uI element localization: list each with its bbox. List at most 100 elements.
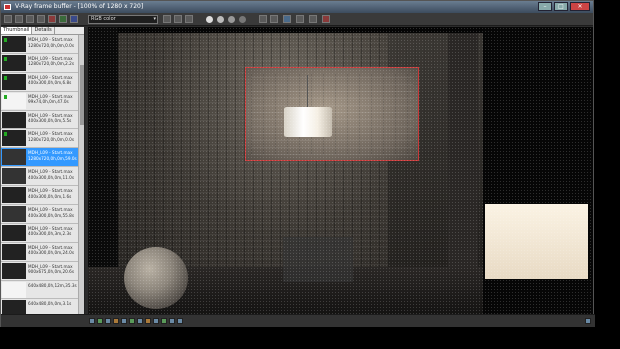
history-scroll-thumb[interactable]: [80, 65, 84, 125]
history-thumbnail: [2, 73, 26, 90]
history-thumbnail: [2, 281, 26, 298]
info-icon[interactable]: [169, 318, 175, 324]
history-thumbnail: [2, 111, 26, 128]
corner-icon[interactable]: [585, 318, 591, 324]
details-column-header[interactable]: Details: [32, 27, 55, 34]
flag-icon: [4, 56, 7, 61]
history-thumbnail: [2, 224, 26, 241]
white-circle-icon[interactable]: [206, 16, 213, 23]
history-thumbnail: [2, 36, 26, 52]
render-viewport[interactable]: [88, 27, 593, 314]
history-details: 640x480,0h,12m,35.3s: [28, 283, 78, 289]
shade-circle-icon[interactable]: [239, 16, 246, 23]
region-render-icon[interactable]: [283, 15, 291, 23]
history-item[interactable]: MDH_L09 - Start.max 400x300,0h,0m,6.8s: [1, 72, 79, 92]
duplicate-icon[interactable]: [37, 15, 45, 23]
title-bar[interactable]: V-Ray frame buffer - [100% of 1280 x 720…: [1, 1, 593, 13]
history-item[interactable]: MDH_L09 - Start.max 1280x720,0h,0m,59.0s: [1, 148, 79, 168]
render-region-frame[interactable]: [245, 67, 419, 161]
history-icon[interactable]: [259, 15, 267, 23]
window-light: [485, 204, 588, 279]
track-mouse-icon[interactable]: [296, 15, 304, 23]
top-toolbar: RGB color ▾: [1, 13, 593, 26]
load-icon[interactable]: [15, 15, 23, 23]
history-item[interactable]: MDH_L09 - Start.max 400x300,0h,0m,55.8s: [1, 205, 79, 224]
history-item[interactable]: 640x480,0h,12m,35.3s: [1, 280, 79, 300]
color-correction-icon[interactable]: [185, 15, 193, 23]
channel-select[interactable]: RGB color ▾: [88, 15, 158, 24]
history-thumbnail: [2, 187, 26, 204]
history-item[interactable]: MDH_L09 - Start.max 1280x720,0h,0m,0.0s: [1, 35, 79, 54]
red-channel-icon[interactable]: [48, 15, 56, 23]
history-item[interactable]: MDH_L09 - Start.max 400x300,0h,0m,1.6s: [1, 186, 79, 206]
history-thumbnail: [2, 262, 26, 279]
levels-icon[interactable]: [113, 318, 119, 324]
history-item-detail: 400x300,0h,0m,55.8s: [28, 212, 75, 218]
save-icon[interactable]: [4, 15, 12, 23]
history-thumbnail: [2, 168, 26, 185]
alpha-channel-icon[interactable]: [163, 15, 171, 23]
history-item[interactable]: MDH_L09 - Start.max 1280x720,0h,0m,0.0s: [1, 129, 79, 149]
history-item-detail: 1280x720,0h,0m,0.0s: [28, 136, 75, 142]
curve-icon[interactable]: [121, 318, 127, 324]
history-details: MDH_L09 - Start.max 400x300,0h,0m,55.8s: [28, 207, 78, 218]
lens-effects-icon[interactable]: [161, 318, 167, 324]
history-scrollbar[interactable]: [78, 35, 84, 320]
history-item[interactable]: MDH_L09 - Start.max 400x300,0h,3m,2.3s: [1, 223, 79, 243]
table: [283, 237, 353, 282]
pixel-info-icon[interactable]: [177, 318, 183, 324]
icc-icon[interactable]: [145, 318, 151, 324]
maximize-button[interactable]: □: [554, 2, 568, 11]
exposure-icon[interactable]: [105, 318, 111, 324]
ocio-icon[interactable]: [137, 318, 143, 324]
lut-icon[interactable]: [97, 318, 103, 324]
history-item-name: MDH_L09 - Start.max: [28, 207, 73, 213]
clear-icon[interactable]: [26, 15, 34, 23]
thumbnail-column-header[interactable]: Thumbnail: [1, 27, 33, 34]
green-channel-icon[interactable]: [59, 15, 67, 23]
history-details: MDH_L09 - Start.max 400x300,0h,0m,11.0s: [28, 169, 78, 180]
history-item-name: MDH_L09 - Start.max: [28, 169, 73, 175]
compare-icon[interactable]: [270, 15, 278, 23]
history-details: MDH_L09 - Start.max 900x675,0h,0m,20.6s: [28, 264, 78, 275]
history-item-detail: 1280x720,0h,0m,0.0s: [28, 42, 75, 48]
render-icon[interactable]: [309, 15, 317, 23]
region-texture: [251, 73, 413, 155]
history-details: MDH_L09 - Start.max 400x300,0h,0m,24.0s: [28, 245, 78, 256]
history-thumbnail: [2, 92, 26, 109]
flag-icon: [4, 75, 7, 80]
flag-icon: [4, 38, 7, 42]
material-sphere: [124, 247, 188, 309]
minimize-button[interactable]: –: [538, 2, 552, 11]
blue-channel-icon[interactable]: [70, 15, 78, 23]
bottom-toolbar: [1, 314, 595, 327]
history-item-detail: 1280x720,0h,0m,2.2s: [28, 61, 75, 67]
history-item[interactable]: MDH_L09 - Start.max 99x74,0h,0m,47.0s: [1, 91, 79, 111]
history-item[interactable]: MDH_L09 - Start.max 900x675,0h,0m,20.6s: [1, 261, 79, 281]
close-button[interactable]: ✕: [570, 2, 590, 11]
channel-select-value: RGB color: [91, 16, 116, 22]
dark-circle-icon[interactable]: [228, 16, 235, 23]
settings-icon[interactable]: [89, 318, 95, 324]
window-controls: – □ ✕: [538, 2, 590, 11]
history-item-detail: 640x480,0h,12m,35.3s: [28, 282, 77, 288]
history-thumbnail: [2, 206, 26, 223]
srgb-icon[interactable]: [129, 318, 135, 324]
history-item[interactable]: MDH_L09 - Start.max 400x300,0h,0m,11.0s: [1, 167, 79, 187]
history-item-name: MDH_L09 - Start.max: [28, 37, 73, 42]
history-item[interactable]: MDH_L09 - Start.max 400x300,0h,0m,24.0s: [1, 242, 79, 262]
mono-icon[interactable]: [174, 15, 182, 23]
flag-icon: [4, 94, 7, 99]
history-thumbnail: [2, 243, 26, 260]
history-item-detail: 400x300,0h,3m,2.3s: [28, 231, 72, 237]
grey-circle-icon[interactable]: [217, 16, 224, 23]
history-item-detail: 900x675,0h,0m,20.6s: [28, 269, 75, 275]
history-item[interactable]: MDH_L09 - Start.max 400x300,0h,0m,5.5s: [1, 110, 79, 130]
history-details: MDH_L09 - Start.max 400x300,0h,3m,2.3s: [28, 226, 78, 237]
render-history-panel: Thumbnail Details MDH_L09 - Start.max 128…: [1, 27, 85, 320]
history-item-name: MDH_L09 - Start.max: [28, 188, 73, 194]
history-item[interactable]: MDH_L09 - Start.max 1280x720,0h,0m,2.2s: [1, 53, 79, 73]
stamp-icon[interactable]: [153, 318, 159, 324]
stop-icon[interactable]: [322, 15, 330, 23]
history-item-detail: 400x300,0h,0m,24.0s: [28, 250, 75, 256]
